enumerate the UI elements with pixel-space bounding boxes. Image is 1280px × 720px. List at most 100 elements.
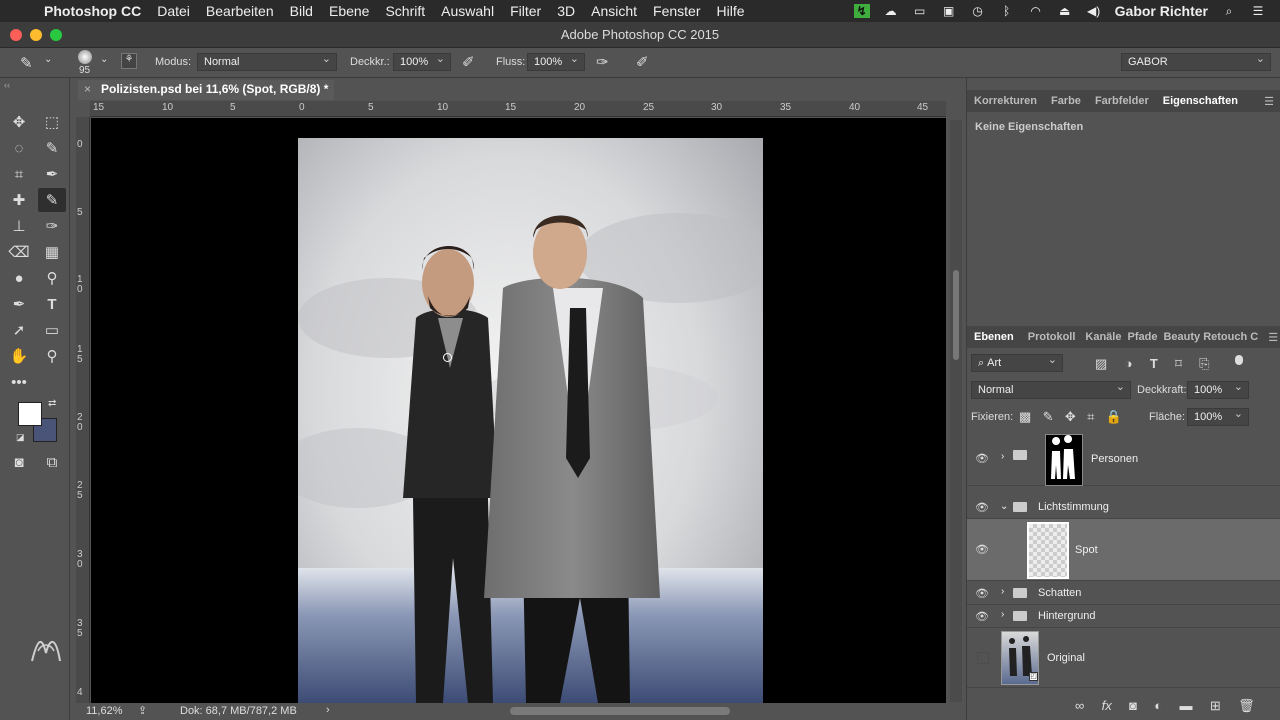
menu-auswahl[interactable]: Auswahl bbox=[433, 3, 502, 19]
menu-bearbeiten[interactable]: Bearbeiten bbox=[198, 3, 282, 19]
pressure-opacity-icon[interactable]: ✐ bbox=[462, 53, 475, 71]
time-machine-icon[interactable]: ◷ bbox=[970, 4, 986, 18]
close-tab-icon[interactable]: × bbox=[84, 82, 91, 96]
filter-smart-object-icon[interactable]: ⎘ bbox=[1199, 356, 1209, 372]
lock-position-icon[interactable]: ✥ bbox=[1065, 409, 1076, 425]
history-brush-tool-icon[interactable]: ✑ bbox=[38, 214, 66, 238]
lock-image-icon[interactable]: ✎ bbox=[1043, 409, 1054, 425]
filter-pixel-icon[interactable]: ▨ bbox=[1095, 356, 1107, 372]
zoom-level[interactable]: 11,62% bbox=[86, 705, 123, 717]
layer-row[interactable]: 👁 › Personen bbox=[967, 430, 1280, 486]
lock-artboard-icon[interactable]: ⌗ bbox=[1087, 409, 1094, 425]
blur-tool-icon[interactable]: ● bbox=[5, 266, 33, 290]
document-image[interactable] bbox=[298, 138, 763, 703]
layer-mask-thumbnail[interactable] bbox=[1045, 434, 1083, 486]
vertical-ruler[interactable]: 0 5 1 0 1 5 2 0 2 5 3 0 3 5 4 bbox=[76, 117, 90, 703]
layer-name[interactable]: Original bbox=[1047, 652, 1085, 664]
move-tool-icon[interactable]: ✥ bbox=[5, 110, 33, 134]
layer-name[interactable]: Schatten bbox=[1038, 587, 1081, 599]
menu-ansicht[interactable]: Ansicht bbox=[583, 3, 645, 19]
opacity-input[interactable]: 100% bbox=[393, 52, 451, 71]
volume-icon[interactable]: ◀) bbox=[1086, 4, 1102, 18]
monitor-icon[interactable]: ▭ bbox=[912, 4, 928, 18]
app-status-icon[interactable]: ↯ bbox=[853, 4, 870, 18]
link-layers-icon[interactable]: ∞ bbox=[1075, 698, 1084, 713]
healing-brush-tool-icon[interactable]: ✚ bbox=[5, 188, 33, 212]
eye-icon[interactable]: 👁 bbox=[975, 452, 989, 465]
menu-app[interactable]: Photoshop CC bbox=[36, 3, 149, 19]
menu-schrift[interactable]: Schrift bbox=[377, 3, 433, 19]
tab-eigenschaften[interactable]: Eigenschaften bbox=[1156, 95, 1245, 107]
tab-pfade[interactable]: Pfade bbox=[1124, 331, 1160, 343]
zoom-tool-icon[interactable]: ⚲ bbox=[38, 344, 66, 368]
lock-all-icon[interactable]: 🔒 bbox=[1106, 409, 1122, 425]
add-mask-icon[interactable]: ◙ bbox=[1129, 698, 1137, 713]
layer-row-selected[interactable]: 👁 Spot bbox=[967, 519, 1280, 581]
horizontal-scroll-thumb[interactable] bbox=[510, 707, 730, 715]
lock-transparent-icon[interactable]: ▩ bbox=[1019, 409, 1031, 425]
horizontal-ruler[interactable]: 15 10 5 0 5 10 15 20 25 30 35 40 45 bbox=[90, 101, 946, 117]
new-layer-icon[interactable]: ⊞ bbox=[1210, 698, 1221, 714]
flow-input[interactable]: 100% bbox=[527, 52, 585, 71]
tab-farbe[interactable]: Farbe bbox=[1044, 95, 1088, 107]
eye-icon[interactable]: 👁 bbox=[975, 610, 989, 623]
filter-toggle-switch[interactable] bbox=[1235, 355, 1243, 365]
chevron-down-icon[interactable]: ⌄ bbox=[1000, 501, 1008, 512]
chevron-right-icon[interactable]: › bbox=[1001, 451, 1004, 462]
vertical-scrollbar[interactable] bbox=[950, 120, 962, 702]
layer-row[interactable]: 👁 › Schatten bbox=[967, 583, 1280, 605]
layer-row[interactable]: 👁 › Hintergrund bbox=[967, 606, 1280, 628]
tab-korrekturen[interactable]: Korrekturen bbox=[967, 95, 1044, 107]
document-tab[interactable]: × Polizisten.psd bei 11,6% (Spot, RGB/8)… bbox=[78, 80, 334, 100]
lasso-tool-icon[interactable]: ◌ bbox=[5, 136, 33, 160]
default-colors-icon[interactable]: ◪ bbox=[16, 432, 25, 443]
tab-protokoll[interactable]: Protokoll bbox=[1021, 331, 1083, 343]
tab-ebenen[interactable]: Ebenen bbox=[967, 331, 1021, 343]
gradient-tool-icon[interactable]: ▦ bbox=[38, 240, 66, 264]
wifi-icon[interactable]: ◠ bbox=[1028, 4, 1044, 18]
brush-tool-button[interactable]: ✎ bbox=[38, 188, 66, 212]
menu-3d[interactable]: 3D bbox=[549, 3, 583, 19]
rectangle-tool-icon[interactable]: ▭ bbox=[38, 318, 66, 342]
brush-panel-toggle-icon[interactable]: ⚘ bbox=[121, 53, 137, 69]
filter-shape-icon[interactable]: ⌑ bbox=[1175, 356, 1182, 372]
foreground-color-swatch[interactable] bbox=[18, 402, 42, 426]
quick-mask-icon[interactable]: ◙ bbox=[5, 450, 33, 474]
swap-colors-icon[interactable]: ⇄ bbox=[48, 398, 56, 409]
fill-input[interactable]: 100% bbox=[1187, 407, 1249, 426]
filter-adjustment-icon[interactable]: ◑ bbox=[1125, 356, 1133, 371]
layer-name[interactable]: Personen bbox=[1091, 453, 1138, 465]
chevron-down-icon[interactable]: ⌄ bbox=[44, 54, 52, 65]
menu-fenster[interactable]: Fenster bbox=[645, 3, 708, 19]
menu-bild[interactable]: Bild bbox=[282, 3, 321, 19]
layer-filter-dropdown[interactable]: ⌕ Art bbox=[971, 353, 1063, 372]
tab-kanaele[interactable]: Kanäle bbox=[1082, 331, 1124, 343]
more-tools-icon[interactable]: ••• bbox=[5, 370, 33, 394]
dodge-tool-icon[interactable]: ⚲ bbox=[38, 266, 66, 290]
crop-tool-icon[interactable]: ⌗ bbox=[5, 162, 33, 186]
tab-farbfelder[interactable]: Farbfelder bbox=[1088, 95, 1156, 107]
delete-layer-icon[interactable]: 🗑 bbox=[1238, 698, 1255, 714]
pen-tool-icon[interactable]: ✒ bbox=[5, 292, 33, 316]
quick-selection-tool-icon[interactable]: ✎ bbox=[38, 136, 66, 160]
menu-filter[interactable]: Filter bbox=[502, 3, 549, 19]
brush-tool-icon[interactable]: ✎ bbox=[20, 54, 33, 72]
brush-preset-icon[interactable] bbox=[78, 50, 92, 64]
tab-beauty-retouch[interactable]: Beauty Retouch C bbox=[1160, 331, 1261, 343]
airbrush-icon[interactable]: ✑ bbox=[596, 53, 609, 71]
user-name[interactable]: Gabor Richter bbox=[1115, 3, 1208, 19]
type-tool-icon[interactable]: T bbox=[38, 292, 66, 316]
screen-mode-icon[interactable]: ⧉ bbox=[38, 450, 66, 474]
layer-name[interactable]: Hintergrund bbox=[1038, 610, 1095, 622]
clone-stamp-tool-icon[interactable]: ⊥ bbox=[5, 214, 33, 238]
menu-ebene[interactable]: Ebene bbox=[321, 3, 377, 19]
new-adjustment-layer-icon[interactable]: ◐ bbox=[1154, 698, 1162, 713]
new-group-icon[interactable]: ▬ bbox=[1180, 698, 1193, 713]
eye-icon[interactable]: 👁 bbox=[975, 587, 989, 600]
notification-list-icon[interactable]: ☰ bbox=[1250, 4, 1266, 18]
blend-mode-dropdown[interactable]: Normal bbox=[971, 380, 1131, 399]
layers-panel-menu-icon[interactable]: ☰ bbox=[1261, 331, 1280, 344]
layer-opacity-input[interactable]: 100% bbox=[1187, 380, 1249, 399]
layer-name[interactable]: Spot bbox=[1075, 544, 1098, 556]
visibility-toggle-off[interactable] bbox=[977, 652, 989, 664]
